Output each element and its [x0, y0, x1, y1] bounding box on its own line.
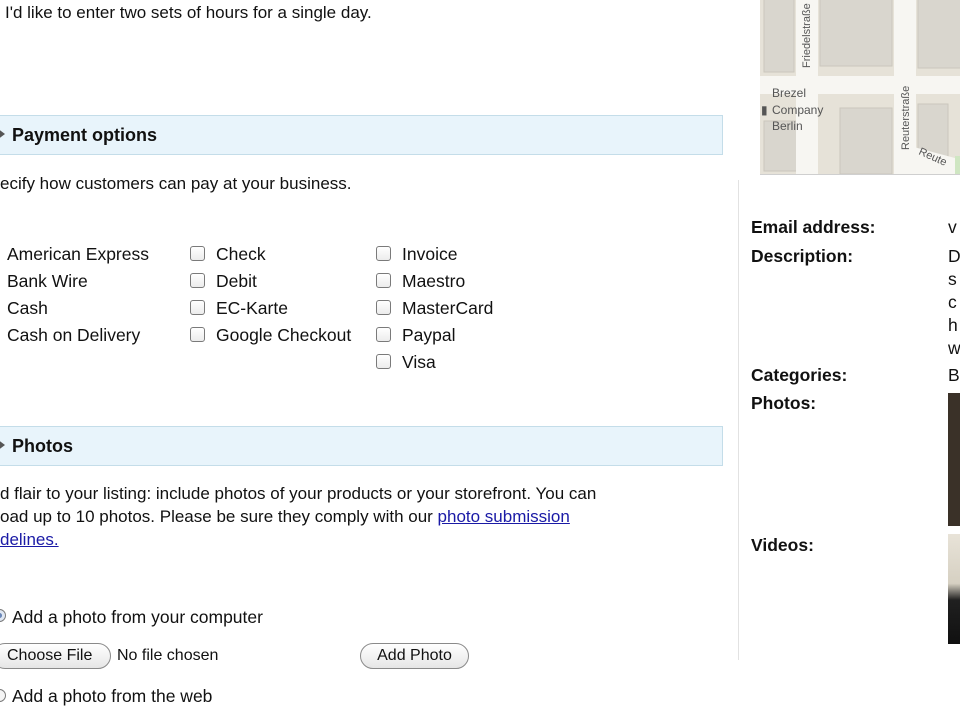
payment-option-bank-wire[interactable]: Bank Wire — [7, 271, 88, 292]
description-value-line: h — [948, 315, 958, 335]
svg-text:▮: ▮ — [761, 103, 768, 117]
checkbox-debit[interactable] — [190, 273, 205, 288]
payment-options-title: Payment options — [12, 125, 158, 145]
payment-option-american-express[interactable]: American Express — [7, 244, 149, 265]
add-photo-button[interactable]: Add Photo — [360, 643, 469, 669]
photos-header[interactable]: Photos — [0, 426, 723, 466]
choose-file-button[interactable]: Choose File — [0, 643, 111, 669]
expand-arrow-icon — [0, 128, 5, 140]
column-divider — [738, 180, 739, 660]
payment-options-header[interactable]: Payment options — [0, 115, 723, 155]
videos-label: Videos: — [751, 535, 814, 555]
map-street-label: Friedelstraße — [801, 3, 813, 68]
payment-option-debit[interactable]: Debit — [216, 271, 257, 292]
video-thumbnail[interactable] — [948, 534, 960, 644]
photo-guidelines-link-continued[interactable]: delines. — [0, 530, 59, 549]
map-graphic: Friedelstraße Reuterstraße Reute Brezel … — [760, 0, 960, 174]
payment-option-check[interactable]: Check — [216, 244, 266, 265]
map[interactable]: Friedelstraße Reuterstraße Reute Brezel … — [760, 0, 960, 175]
payment-option-paypal[interactable]: Paypal — [402, 325, 456, 346]
checkbox-visa[interactable] — [376, 354, 391, 369]
description-value-line: s — [948, 269, 957, 289]
map-place-label: Brezel — [772, 86, 806, 100]
photos-description-line1: d flair to your listing: include photos … — [0, 484, 597, 503]
expand-arrow-icon — [0, 439, 5, 451]
photos-description-line2: oad up to 10 photos. Please be sure they… — [0, 507, 570, 527]
checkbox-invoice[interactable] — [376, 246, 391, 261]
email-address-value: v — [948, 217, 957, 237]
payment-option-invoice[interactable]: Invoice — [402, 244, 457, 265]
photos-description-line3: delines. — [0, 530, 59, 550]
checkbox-check[interactable] — [190, 246, 205, 261]
option-photo-from-web-label[interactable]: Add a photo from the web — [12, 686, 212, 707]
checkbox-mastercard[interactable] — [376, 300, 391, 315]
option-photo-from-computer-label[interactable]: Add a photo from your computer — [12, 607, 263, 628]
checkbox-google-checkout[interactable] — [190, 327, 205, 342]
payment-option-cash[interactable]: Cash — [7, 298, 48, 319]
map-street-label: Reuterstraße — [900, 86, 912, 150]
payment-option-cash-on-delivery[interactable]: Cash on Delivery — [7, 325, 140, 346]
map-place-label: Company — [772, 103, 823, 117]
photos-description-text: oad up to 10 photos. Please be sure they… — [0, 507, 438, 526]
categories-label: Categories: — [751, 365, 848, 385]
description-value-line: D — [948, 246, 960, 266]
photos-title: Photos — [12, 436, 73, 456]
photo-thumbnail[interactable] — [948, 393, 960, 526]
no-file-chosen-text: No file chosen — [117, 647, 219, 664]
map-place-label: Berlin — [772, 119, 803, 133]
payment-option-visa[interactable]: Visa — [402, 352, 436, 373]
categories-value: B — [948, 365, 960, 385]
checkbox-ec-karte[interactable] — [190, 300, 205, 315]
photos-label: Photos: — [751, 393, 817, 413]
payment-option-maestro[interactable]: Maestro — [402, 271, 465, 292]
checkbox-paypal[interactable] — [376, 327, 391, 342]
payment-option-google-checkout[interactable]: Google Checkout — [216, 325, 351, 346]
payment-option-ec-karte[interactable]: EC-Karte — [216, 298, 288, 319]
multi-hours-text: I'd like to enter two sets of hours for … — [5, 3, 372, 22]
photo-guidelines-link[interactable]: photo submission — [438, 507, 570, 526]
email-address-label: Email address: — [751, 217, 876, 237]
page: I'd like to enter two sets of hours for … — [0, 0, 960, 720]
description-value-line: w — [948, 338, 960, 358]
radio-photo-from-computer[interactable] — [0, 609, 6, 622]
payment-description: ecify how customers can pay at your busi… — [0, 174, 352, 193]
description-label: Description: — [751, 246, 854, 266]
description-value-line: c — [948, 292, 957, 312]
payment-option-mastercard[interactable]: MasterCard — [402, 298, 493, 319]
checkbox-maestro[interactable] — [376, 273, 391, 288]
radio-photo-from-web[interactable] — [0, 689, 6, 702]
